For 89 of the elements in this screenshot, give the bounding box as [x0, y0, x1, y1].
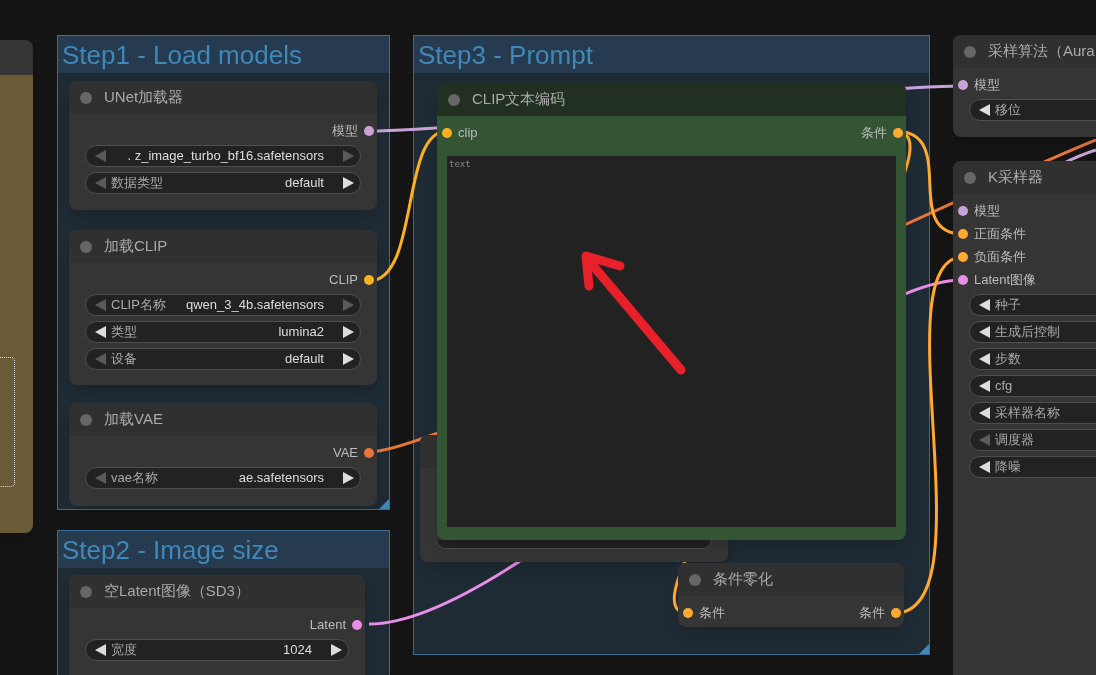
widget-label: 设备 [111, 350, 137, 369]
node-title: 空Latent图像（SD3） [104, 581, 250, 602]
combo-widget[interactable]: 降噪 [969, 456, 1096, 478]
slot-label: 正面条件 [974, 224, 1026, 243]
input-slot-icon[interactable] [958, 205, 968, 216]
slot-label: 负面条件 [974, 247, 1026, 266]
widget-label: 调度器 [995, 431, 1034, 450]
resize-handle-icon[interactable] [379, 499, 389, 509]
node-title: 加载VAE [104, 409, 163, 430]
right-arrow-icon[interactable] [343, 177, 354, 189]
combo-widget[interactable]: 设备 default [85, 348, 361, 370]
group-title: Step3 - Prompt [418, 41, 593, 68]
right-arrow-icon[interactable] [343, 326, 354, 338]
widget-label: 移位 [995, 101, 1021, 120]
group-title: Step1 - Load models [62, 41, 302, 68]
node-title: CLIP文本编码 [472, 89, 566, 110]
combo-widget[interactable]: 步数 [969, 348, 1096, 370]
slot-label: 模型 [974, 201, 1000, 220]
output-slot-icon[interactable] [364, 125, 374, 136]
left-arrow-icon[interactable] [95, 326, 106, 338]
group-title: Step2 - Image size [62, 536, 279, 563]
left-arrow-icon[interactable] [95, 644, 106, 656]
left-arrow-icon[interactable] [979, 326, 990, 338]
widget-label: 宽度 [111, 641, 137, 660]
node-title: K采样器 [988, 167, 1043, 188]
output-slot-icon[interactable] [364, 274, 374, 285]
combo-widget[interactable]: cfg [969, 375, 1096, 397]
input-slot-icon[interactable] [958, 228, 968, 239]
input-slot-icon[interactable] [958, 274, 968, 285]
combo-widget[interactable]: vae名称 ae.safetensors [85, 467, 361, 489]
slot-label: 条件 [699, 603, 725, 622]
widget-value: default [284, 174, 324, 193]
widget-label: 降噪 [995, 458, 1021, 477]
slot-label: Latent [309, 615, 346, 634]
slot-label: 条件 [859, 603, 885, 622]
left-arrow-icon[interactable] [979, 299, 990, 311]
widget-label: 步数 [995, 350, 1021, 369]
widget-label: cfg [995, 377, 1013, 396]
input-slot-icon[interactable] [958, 79, 968, 90]
slot-label: CLIP [329, 270, 358, 289]
right-arrow-icon[interactable] [331, 644, 342, 656]
left-arrow-icon[interactable] [979, 380, 990, 392]
combo-widget[interactable]: 数据类型 default [85, 172, 361, 194]
widget-value: ae.safetensors [238, 469, 324, 488]
input-slot-icon[interactable] [683, 607, 693, 618]
slot-label: 条件 [861, 123, 887, 142]
widget-label: vae名称 [111, 469, 158, 488]
combo-widget[interactable]: 调度器 [969, 429, 1096, 451]
combo-widget[interactable]: 采样器名称 [969, 402, 1096, 424]
slot-label: 模型 [332, 121, 358, 140]
left-arrow-icon[interactable] [979, 407, 990, 419]
left-arrow-icon[interactable] [979, 104, 990, 116]
combo-widget[interactable]: 移位 [969, 99, 1096, 121]
node-header [0, 40, 33, 75]
output-slot-icon[interactable] [352, 619, 362, 630]
node-title: UNet加载器 [104, 87, 184, 108]
node-title: 加载CLIP [104, 236, 168, 257]
prompt-field[interactable]: text [447, 156, 896, 527]
right-arrow-icon[interactable] [343, 353, 354, 365]
widget-value: lumina2 [278, 323, 324, 342]
input-slot-icon[interactable] [442, 127, 452, 138]
widget-value: qwen_3_4b.safetensors [185, 296, 324, 315]
node-title: 采样算法（Aura [988, 41, 1095, 62]
slot-label: 模型 [974, 75, 1000, 94]
left-arrow-icon[interactable] [979, 461, 990, 473]
widget-label: 种子 [995, 296, 1021, 315]
slot-label: VAE [332, 443, 358, 462]
combo-widget[interactable]: 种子 [969, 294, 1096, 316]
output-slot-icon[interactable] [891, 607, 901, 618]
widget-value: 1024 [283, 641, 312, 660]
widget-label: 类型 [111, 323, 137, 342]
output-slot-icon[interactable] [893, 127, 903, 138]
widget-label: CLIP名称 [111, 296, 166, 315]
widget-label: 采样器名称 [995, 404, 1060, 423]
left-arrow-icon[interactable] [979, 353, 990, 365]
node-title: 条件零化 [713, 569, 773, 590]
combo-widget[interactable]: 类型 lumina2 [85, 321, 361, 343]
widget-value: . z_image_turbo_bf16.safetensors [127, 147, 324, 166]
right-arrow-icon[interactable] [343, 472, 354, 484]
widget-label: 数据类型 [111, 174, 163, 193]
slot-label: Latent图像 [974, 270, 1037, 289]
widget-label: 生成后控制 [995, 323, 1060, 342]
combo-widget[interactable]: 生成后控制 [969, 321, 1096, 343]
input-slot-icon[interactable] [958, 251, 968, 262]
combo-widget[interactable]: 宽度 1024 [85, 639, 349, 661]
slot-label: clip [458, 123, 478, 142]
widget-value: default [284, 350, 324, 369]
resize-handle-icon[interactable] [919, 644, 929, 654]
output-slot-icon[interactable] [364, 447, 374, 458]
